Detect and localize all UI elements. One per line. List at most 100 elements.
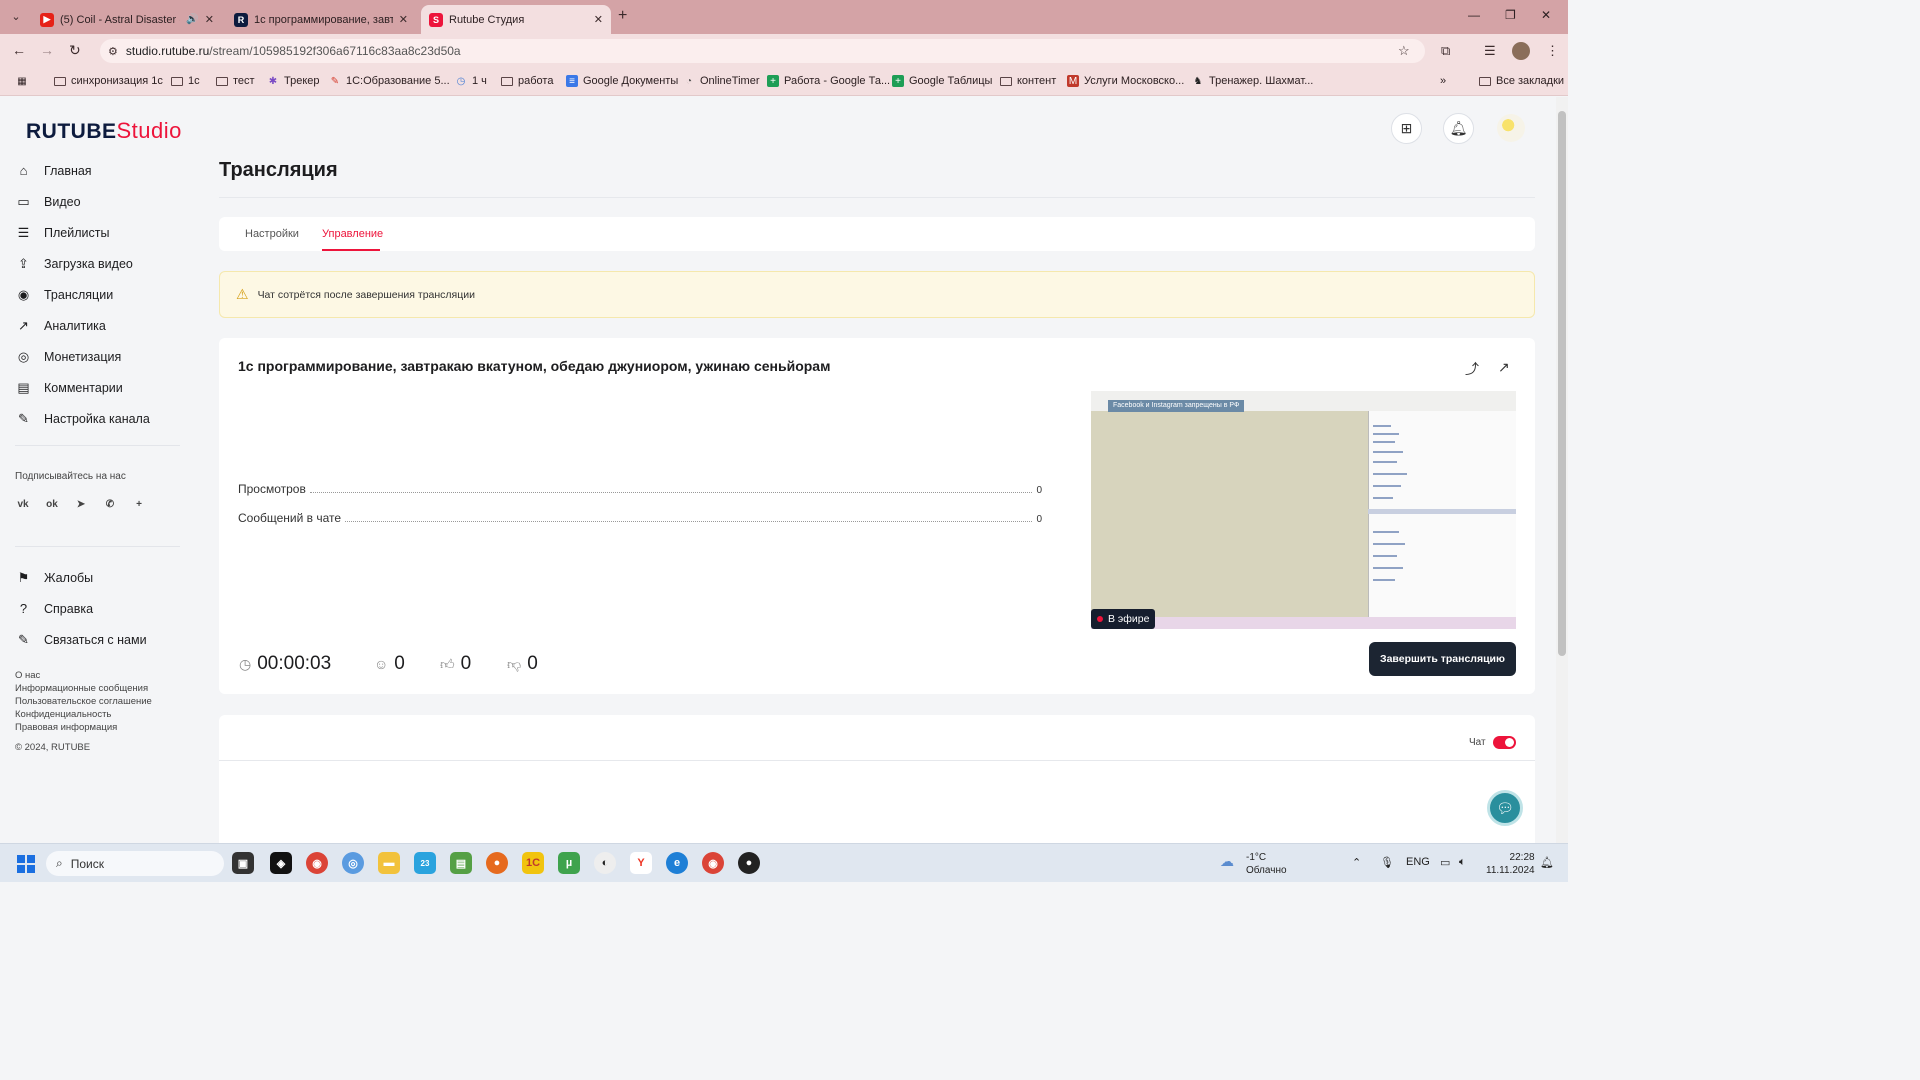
bookmark-link[interactable]: + Google Таблицы xyxy=(892,75,992,87)
odnoklassniki-icon[interactable]: ok xyxy=(44,496,60,512)
sidebar-item-broadcasts[interactable]: ◉ Трансляции xyxy=(15,279,180,310)
network-icon[interactable]: ▭ xyxy=(1440,856,1450,869)
stream-preview[interactable]: Facebook и Instagram запрещены в РФ xyxy=(1091,391,1516,629)
browser-tab-stream[interactable]: R 1с программирование, завтра ✕ xyxy=(226,5,416,34)
plus-icon[interactable]: + xyxy=(131,496,147,512)
bookmark-link[interactable]: ♞ Тренажер. Шахмат... xyxy=(1192,75,1314,87)
task-view-icon[interactable]: ▣ xyxy=(232,852,254,874)
media-app-icon[interactable]: ● xyxy=(738,852,760,874)
bookmark-folder[interactable]: синхронизация 1с xyxy=(54,75,163,87)
firefox-app-icon[interactable]: ● xyxy=(486,852,508,874)
sidebar-item-video[interactable]: ▭ Видео xyxy=(15,186,180,217)
reload-icon[interactable]: ↻ xyxy=(69,42,81,59)
bookmark-link[interactable]: ✎ 1С:Образование 5... xyxy=(329,75,450,87)
new-tab-button[interactable]: + xyxy=(618,7,627,25)
sidebar-item-comments[interactable]: ▤ Комментарии xyxy=(15,372,180,403)
user-avatar[interactable] xyxy=(1497,114,1525,142)
close-tab-icon[interactable]: ✕ xyxy=(205,13,214,26)
bookmark-star-icon[interactable]: ☆ xyxy=(1398,43,1410,59)
apps-grid-icon[interactable]: ▦ xyxy=(16,75,28,87)
chrome-app-icon[interactable]: ◉ xyxy=(306,852,328,874)
bookmark-link[interactable]: ◔ OnlineTimer xyxy=(683,75,760,87)
sidebar-item-upload[interactable]: ⇪ Загрузка видео xyxy=(15,248,180,279)
microphone-icon[interactable]: 🎙︎ xyxy=(1380,856,1394,869)
system-clock[interactable]: 22:28 11.11.2024 xyxy=(1486,851,1535,877)
bookmark-link[interactable]: М Услуги Московско... xyxy=(1067,75,1184,87)
volume-icon[interactable]: 🔈︎ xyxy=(1459,856,1466,869)
bookmark-folder[interactable]: 1с xyxy=(171,75,200,87)
audio-playing-icon[interactable]: 🔊 xyxy=(186,14,198,25)
bookmarks-overflow-icon[interactable]: » xyxy=(1440,75,1446,87)
open-external-icon[interactable]: ↗ xyxy=(1498,359,1510,376)
torrent-app-icon[interactable]: µ xyxy=(558,852,580,874)
sidebar-item-analytics[interactable]: ↗ Аналитика xyxy=(15,310,180,341)
footer-link-info[interactable]: Информационные сообщения xyxy=(15,682,152,695)
start-button[interactable] xyxy=(17,855,35,873)
sidebar-item-complaints[interactable]: ⚑ Жалобы xyxy=(15,562,180,593)
taskbar-search[interactable]: ⌕ Поиск xyxy=(46,851,224,876)
back-icon[interactable]: ← xyxy=(12,42,26,58)
telegram-icon[interactable]: ➤ xyxy=(73,496,89,512)
profile-avatar[interactable] xyxy=(1512,42,1530,60)
extensions-icon[interactable]: ⧉ xyxy=(1441,43,1450,59)
vk-icon[interactable]: vk xyxy=(15,496,31,512)
sidebar-item-channel-settings[interactable]: ✎ Настройка канала xyxy=(15,403,180,434)
address-bar[interactable]: ⚙ studio.rutube.ru/stream/105985192f306a… xyxy=(100,39,1425,63)
file-explorer-icon[interactable]: ▬ xyxy=(378,852,400,874)
bookmark-link[interactable]: ✱ Трекер xyxy=(267,75,320,87)
viber-icon[interactable]: ✆ xyxy=(102,496,118,512)
bookmark-link[interactable]: + Работа - Google Та... xyxy=(767,75,890,87)
chat-toggle[interactable] xyxy=(1493,736,1516,749)
sidebar-item-monetization[interactable]: ◎ Монетизация xyxy=(15,341,180,372)
restore-icon[interactable]: ❐ xyxy=(1505,8,1516,22)
scrollbar-thumb[interactable] xyxy=(1558,111,1566,656)
bookmark-folder[interactable]: работа xyxy=(501,75,553,87)
nvidia-app-icon[interactable]: ◈ xyxy=(270,852,292,874)
browser-tab-studio[interactable]: S Rutube Студия ✕ xyxy=(421,5,611,34)
sidebar-item-home[interactable]: ⌂ Главная xyxy=(15,155,180,186)
sidebar-item-help[interactable]: ? Справка xyxy=(15,593,180,624)
minimize-icon[interactable]: — xyxy=(1468,8,1480,22)
1c-app-icon[interactable]: 1С xyxy=(522,852,544,874)
create-button[interactable]: ⊞ xyxy=(1391,113,1422,144)
sidebar-item-playlists[interactable]: ☰ Плейлисты xyxy=(15,217,180,248)
bookmark-link[interactable]: ◷ 1 ч xyxy=(455,75,487,87)
weather-cloud-icon[interactable]: ☁ xyxy=(1220,853,1234,870)
bookmark-link[interactable]: ≡ Google Документы xyxy=(566,75,678,87)
share-icon[interactable]: ⤴ xyxy=(1465,359,1479,379)
sheets-app-icon[interactable]: ▤ xyxy=(450,852,472,874)
close-tab-icon[interactable]: ✕ xyxy=(594,13,603,26)
reading-list-icon[interactable]: ☰ xyxy=(1484,43,1496,59)
forward-icon[interactable]: → xyxy=(40,42,54,58)
site-settings-icon[interactable]: ⚙ xyxy=(108,45,118,58)
notifications-button[interactable]: 🔔︎ xyxy=(1443,113,1474,144)
chrome-active-app-icon[interactable]: ◉ xyxy=(702,852,724,874)
tab-manage[interactable]: Управление xyxy=(322,228,383,240)
weather-widget[interactable]: -1°C Облачно xyxy=(1246,851,1287,877)
globe-app-icon[interactable]: ◎ xyxy=(342,852,364,874)
close-tab-icon[interactable]: ✕ xyxy=(399,13,408,26)
page-scrollbar[interactable] xyxy=(1556,97,1568,843)
rutube-studio-logo[interactable]: RUTUBEStudio xyxy=(26,118,182,144)
tab-search-chevron-icon[interactable]: ⌄ xyxy=(6,7,26,27)
footer-link-terms[interactable]: Пользовательское соглашение xyxy=(15,695,152,708)
footer-link-legal[interactable]: Правовая информация xyxy=(15,721,152,734)
obs-app-icon[interactable]: ◐ xyxy=(594,852,616,874)
support-chat-button[interactable]: 💬︎ xyxy=(1487,790,1523,826)
bookmark-folder[interactable]: тест xyxy=(216,75,255,87)
notifications-bell-icon[interactable]: 🔔︎ xyxy=(1540,856,1554,869)
yandex-app-icon[interactable]: Y xyxy=(630,852,652,874)
tray-chevron-icon[interactable]: ⌃ xyxy=(1352,856,1361,869)
footer-link-privacy[interactable]: Конфиденциальность xyxy=(15,708,152,721)
tab-settings[interactable]: Настройки xyxy=(245,228,299,240)
all-bookmarks-folder[interactable]: Все закладки xyxy=(1479,75,1564,87)
browser-menu-icon[interactable]: ⋮ xyxy=(1546,43,1559,59)
language-indicator[interactable]: ENG xyxy=(1406,856,1430,868)
browser-tab-youtube[interactable]: ▶ (5) Coil - Astral Disaster (Fu 🔊 ✕ xyxy=(32,5,222,34)
sidebar-item-contact[interactable]: ✎ Связаться с нами xyxy=(15,624,180,655)
footer-link-about[interactable]: О нас xyxy=(15,669,152,682)
bookmark-folder[interactable]: контент xyxy=(1000,75,1056,87)
close-window-icon[interactable]: ✕ xyxy=(1541,8,1551,22)
end-stream-button[interactable]: Завершить трансляцию xyxy=(1369,642,1516,676)
edge-app-icon[interactable]: e xyxy=(666,852,688,874)
